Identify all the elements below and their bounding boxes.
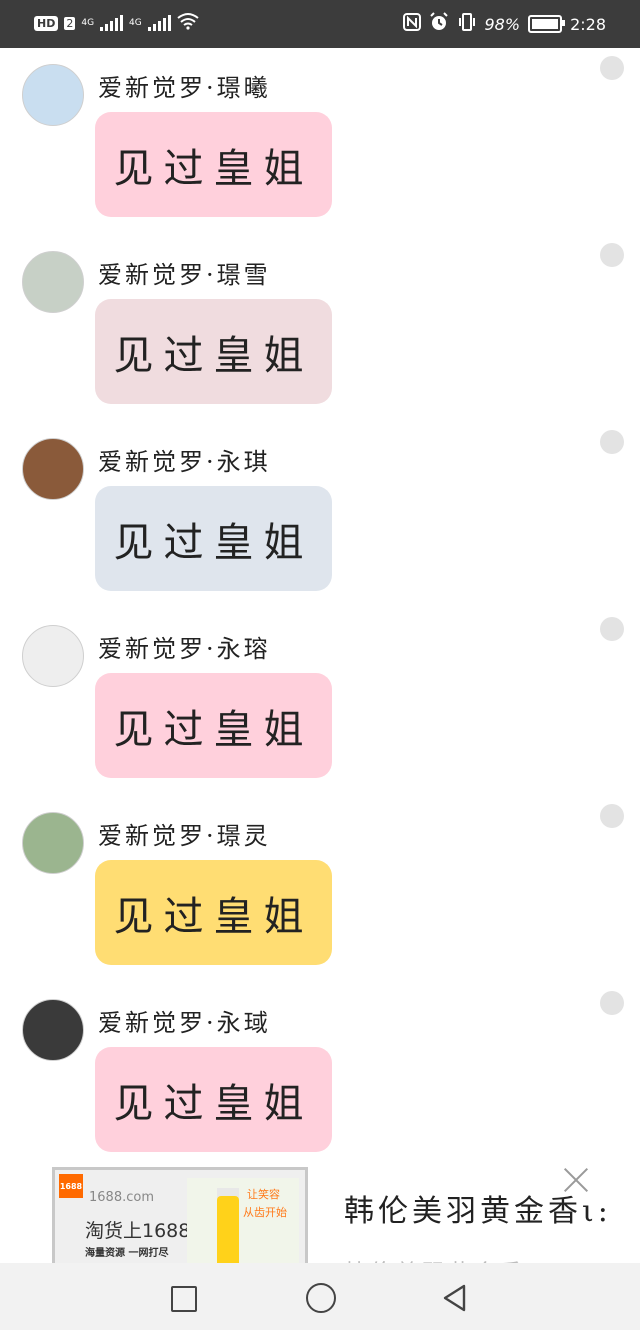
- status-dot: [600, 617, 624, 641]
- avatar[interactable]: [22, 64, 84, 126]
- signal-icon: [100, 15, 124, 31]
- status-bar: HD 2 4G 4G 98% 2:28: [0, 0, 640, 48]
- message-bubble[interactable]: 见过皇姐: [95, 299, 332, 404]
- message-bubble[interactable]: 见过皇姐: [95, 1047, 332, 1152]
- message-item: 爱新觉罗·永琙 见过皇姐: [0, 983, 640, 1153]
- sender-name: 爱新觉罗·永琪: [98, 448, 271, 476]
- message-item: 爱新觉罗·永琪 见过皇姐: [0, 422, 640, 592]
- alarm-icon: [429, 12, 449, 36]
- battery-icon: [528, 15, 566, 33]
- navigation-bar: [0, 1263, 640, 1330]
- message-item: 爱新觉罗·璟灵 见过皇姐: [0, 796, 640, 966]
- sender-name: 爱新觉罗·璟雪: [98, 261, 271, 289]
- sender-name: 爱新觉罗·永琙: [98, 1009, 271, 1037]
- message-bubble[interactable]: 见过皇姐: [95, 673, 332, 778]
- ad-slogan: 淘货上1688: [85, 1220, 191, 1242]
- sender-name: 爱新觉罗·璟曦: [98, 74, 271, 102]
- message-item: 爱新觉罗·璟雪 见过皇姐: [0, 235, 640, 405]
- message-item: 爱新觉罗·永瑢 见过皇姐: [0, 609, 640, 779]
- message-bubble[interactable]: 见过皇姐: [95, 112, 332, 217]
- status-dot: [600, 56, 624, 80]
- wifi-icon: [177, 12, 199, 34]
- message-bubble[interactable]: 见过皇姐: [95, 860, 332, 965]
- avatar[interactable]: [22, 812, 84, 874]
- avatar[interactable]: [22, 625, 84, 687]
- status-dot: [600, 991, 624, 1015]
- ad-domain: 1688.com: [89, 1190, 154, 1205]
- message-bubble[interactable]: 见过皇姐: [95, 486, 332, 591]
- battery-percent: 98%: [484, 14, 521, 34]
- ad-headline[interactable]: 韩伦美羽黄金香ι:: [344, 1186, 620, 1230]
- network-type-1: 4G: [81, 18, 95, 28]
- sender-name: 爱新觉罗·永瑢: [98, 635, 271, 663]
- avatar[interactable]: [22, 251, 84, 313]
- sim-indicator: 2: [64, 16, 76, 30]
- ad-product-text: 让笑容: [247, 1188, 280, 1201]
- home-button[interactable]: [306, 1283, 336, 1313]
- status-dot: [600, 243, 624, 267]
- status-dot: [600, 804, 624, 828]
- vibrate-icon: [457, 13, 477, 35]
- ad-product-image: 让笑容 从齿开始: [187, 1178, 299, 1266]
- network-type-2: 4G: [129, 18, 142, 28]
- ad-subtitle: 海量资源 一网打尽: [85, 1248, 169, 1259]
- ad-product-text: 从齿开始: [243, 1206, 287, 1219]
- avatar[interactable]: [22, 999, 84, 1061]
- message-item: 爱新觉罗·璟曦 见过皇姐: [0, 48, 640, 218]
- sender-name: 爱新觉罗·璟灵: [98, 822, 271, 850]
- hd-badge: HD: [34, 15, 59, 31]
- clock: 2:28: [570, 14, 606, 34]
- nfc-icon: [402, 13, 421, 35]
- ad-banner[interactable]: 1688 1688.com 淘货上1688 海量资源 一网打尽 让笑容 从齿开始: [52, 1167, 308, 1269]
- status-dot: [600, 430, 624, 454]
- recent-apps-button[interactable]: [171, 1286, 197, 1312]
- avatar[interactable]: [22, 438, 84, 500]
- signal-icon: [147, 15, 171, 31]
- back-button[interactable]: [440, 1283, 470, 1313]
- ad-logo: 1688: [59, 1174, 83, 1198]
